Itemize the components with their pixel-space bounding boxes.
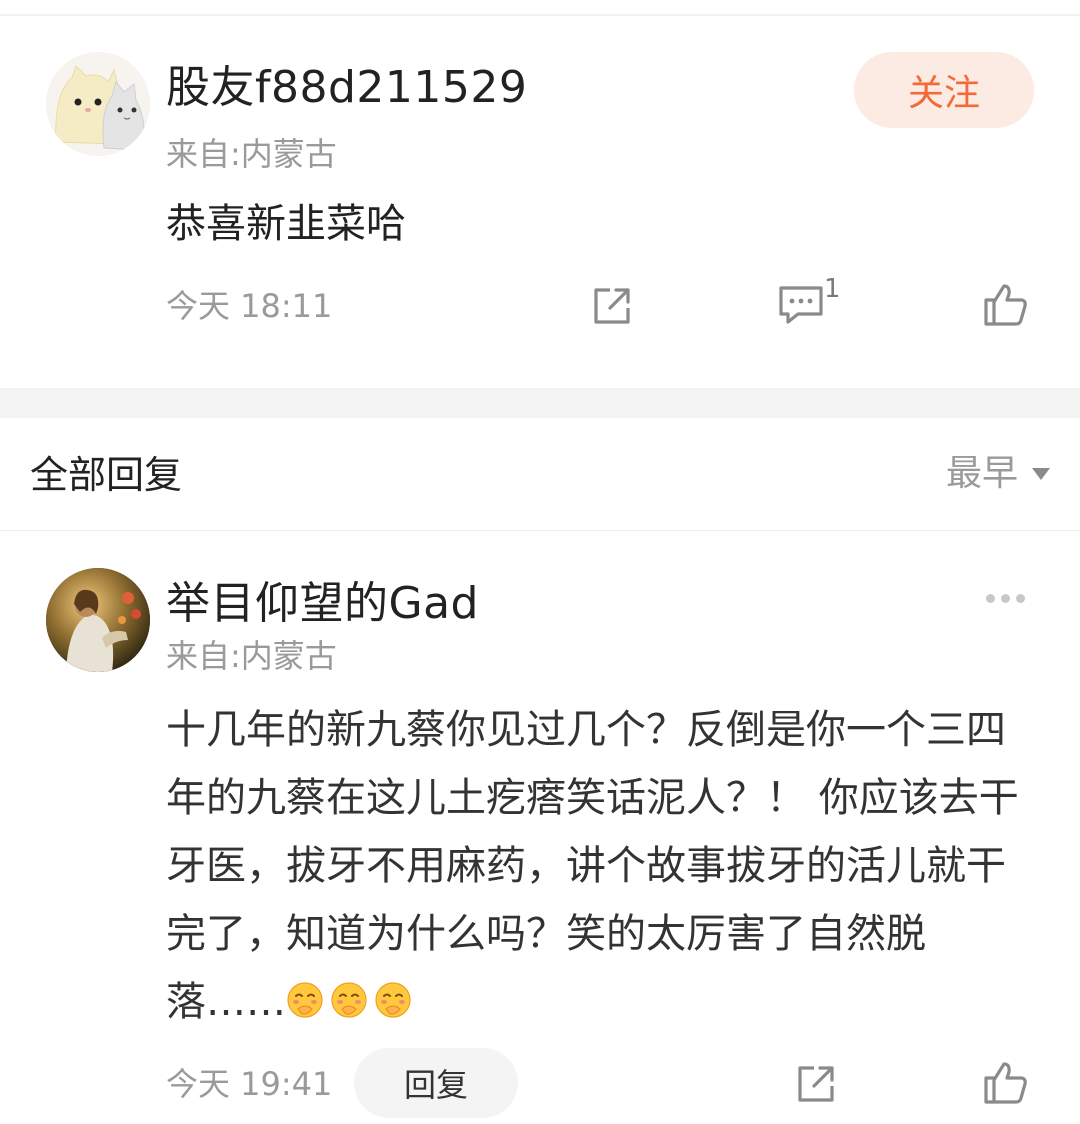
section-divider <box>0 388 1080 418</box>
follow-button[interactable]: 关注 <box>854 52 1034 128</box>
comment-icon[interactable] <box>776 282 826 328</box>
follow-button-label: 关注 <box>907 73 980 114</box>
shy-laugh-emoji <box>375 982 411 1018</box>
shy-laugh-emoji <box>287 982 323 1018</box>
like-icon[interactable] <box>980 280 1030 328</box>
more-icon[interactable] <box>986 594 1025 603</box>
caret-down-icon <box>1032 468 1050 480</box>
sort-dropdown[interactable]: 最早 <box>946 456 1050 492</box>
reply-time: 今天 19:41 <box>166 1065 333 1103</box>
comment-origin: 来自:内蒙古 <box>166 135 337 173</box>
shy-laugh-emoji <box>331 982 367 1018</box>
reply-username[interactable]: 举目仰望的Gad <box>166 582 479 626</box>
comment-text: 恭喜新韭菜哈 <box>166 201 406 247</box>
avatar[interactable] <box>46 52 150 156</box>
share-icon[interactable] <box>792 1060 840 1108</box>
comment-count-badge: 1 <box>824 274 841 304</box>
reply-text: 十几年的新九蔡你见过几个？反倒是你一个三四年的九蔡在这儿土疙瘩笑话泥人？！ 你应… <box>166 707 1019 1025</box>
comment-username[interactable]: 股友f88d211529 <box>166 66 527 110</box>
header-divider <box>0 530 1080 531</box>
comment-time: 今天 18:11 <box>166 287 333 325</box>
reply-origin: 来自:内蒙古 <box>166 637 337 675</box>
sort-label: 最早 <box>945 453 1018 494</box>
reply-button[interactable]: 回复 <box>354 1048 518 1118</box>
reply-text-block: 十几年的新九蔡你见过几个？反倒是你一个三四年的九蔡在这儿土疙瘩笑话泥人？！ 你应… <box>166 696 1026 1036</box>
share-icon[interactable] <box>588 282 636 330</box>
like-icon[interactable] <box>980 1058 1030 1106</box>
all-replies-title: 全部回复 <box>30 453 183 497</box>
reply-button-label: 回复 <box>403 1066 468 1104</box>
top-divider <box>0 14 1080 16</box>
emoji-row <box>286 981 412 1019</box>
avatar[interactable] <box>46 568 150 672</box>
